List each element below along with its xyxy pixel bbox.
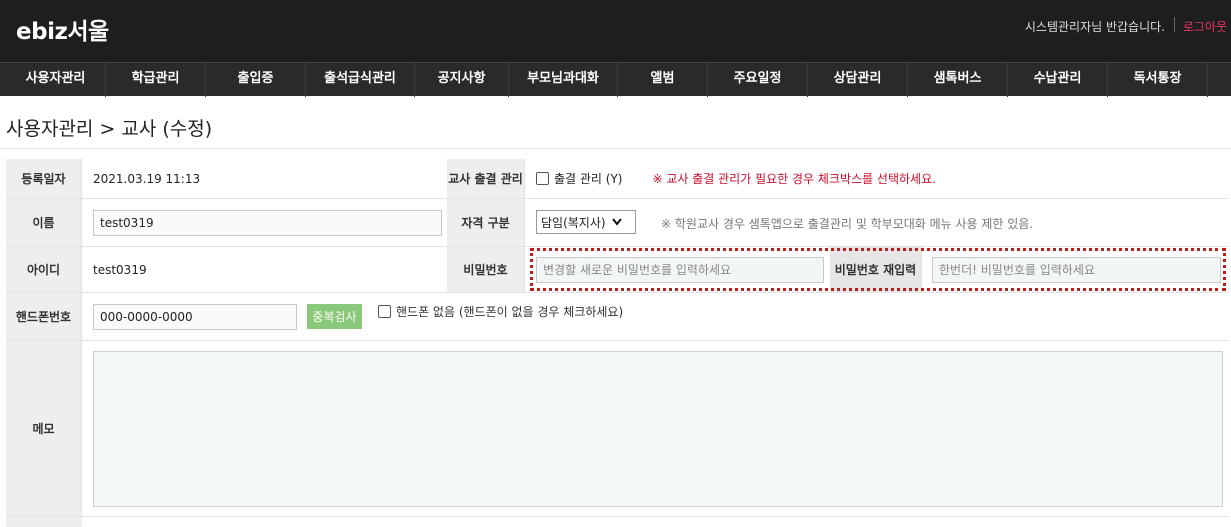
id-value: test0319 [82,247,447,293]
password-highlight-box [530,248,1226,291]
id-label: 아이디 [6,247,82,293]
page-title: 사용자관리 > 교사 (수정) [6,118,213,140]
nav-parent-chat[interactable]: 부모님과대화 [509,63,618,97]
no-phone-label: 핸드폰 없음 (핸드폰이 없을 경우 체크하세요) [396,305,624,319]
attend-checkbox-label: 출결 관리 (Y) [554,172,623,186]
logout-link[interactable]: 로그아웃 [1183,18,1227,35]
name-label: 이름 [6,199,82,247]
nav-payment[interactable]: 수납관리 [1008,63,1108,97]
nav-access-pass[interactable]: 출입증 [206,63,306,97]
nav-schedule[interactable]: 주요일정 [708,63,808,97]
next-row-label [6,517,82,527]
qualification-note: ※ 학원교사 경우 샘톡앱으로 출결관리 및 학부모대화 메뉴 사용 제한 있음… [661,217,1034,231]
qualification-selected: 담임(복지사) [541,215,606,230]
nav-counsel[interactable]: 상담관리 [808,63,908,97]
header-divider [1174,17,1175,32]
name-input[interactable] [93,210,442,236]
welcome-text: 시스템관리자님 반갑습니다. [1024,20,1165,34]
checkbox-icon [378,305,391,318]
qualification-label: 자격 구분 [447,199,525,247]
phone-input[interactable] [93,304,297,330]
nav-user-management[interactable]: 사용자관리 [6,63,106,97]
attend-note: ※ 교사 출결 관리가 필요한 경우 체크박스를 선택하세요. [652,172,936,186]
nav-notice[interactable]: 공지사항 [415,63,509,97]
memo-label: 메모 [6,341,82,517]
password-label: 비밀번호 [447,247,525,293]
teacher-attend-label: 교사 출결 관리 [447,159,525,199]
top-header: ebiz서울 시스템관리자님 반갑습니다. 로그아웃 [0,0,1231,62]
no-phone-checkbox[interactable]: 핸드폰 없음 (핸드폰이 없을 경우 체크하세요) [378,303,623,320]
reg-date-label: 등록일자 [6,159,82,199]
checkbox-icon [536,172,549,185]
reg-date-value: 2021.03.19 11:13 [82,159,447,199]
teacher-attend-cell: 출결 관리 (Y) ※ 교사 출결 관리가 필요한 경우 체크박스를 선택하세요… [525,159,1228,199]
nav-album[interactable]: 앨범 [618,63,708,97]
logo[interactable]: ebiz서울 [16,12,109,46]
memo-textarea[interactable] [93,351,1223,507]
dup-check-button[interactable]: 중복검사 [307,304,362,329]
attend-checkbox[interactable]: 출결 관리 (Y) [536,170,622,187]
nav-class-management[interactable]: 학급관리 [106,63,206,97]
chevron-down-icon [611,218,622,226]
phone-label: 핸드폰번호 [6,293,82,341]
main-nav: 사용자관리 학급관리 출입증 출석급식관리 공지사항 부모님과대화 앨범 주요일정 상담관리 샘톡… [0,62,1231,97]
nav-reading-log[interactable]: 독서통장 [1108,63,1208,97]
qualification-select[interactable]: 담임(복지사) [536,210,636,234]
title-divider [0,148,1231,149]
nav-samtalk-bus[interactable]: 샘톡버스 [908,63,1008,97]
nav-attendance-meal[interactable]: 출석급식관리 [306,63,415,97]
